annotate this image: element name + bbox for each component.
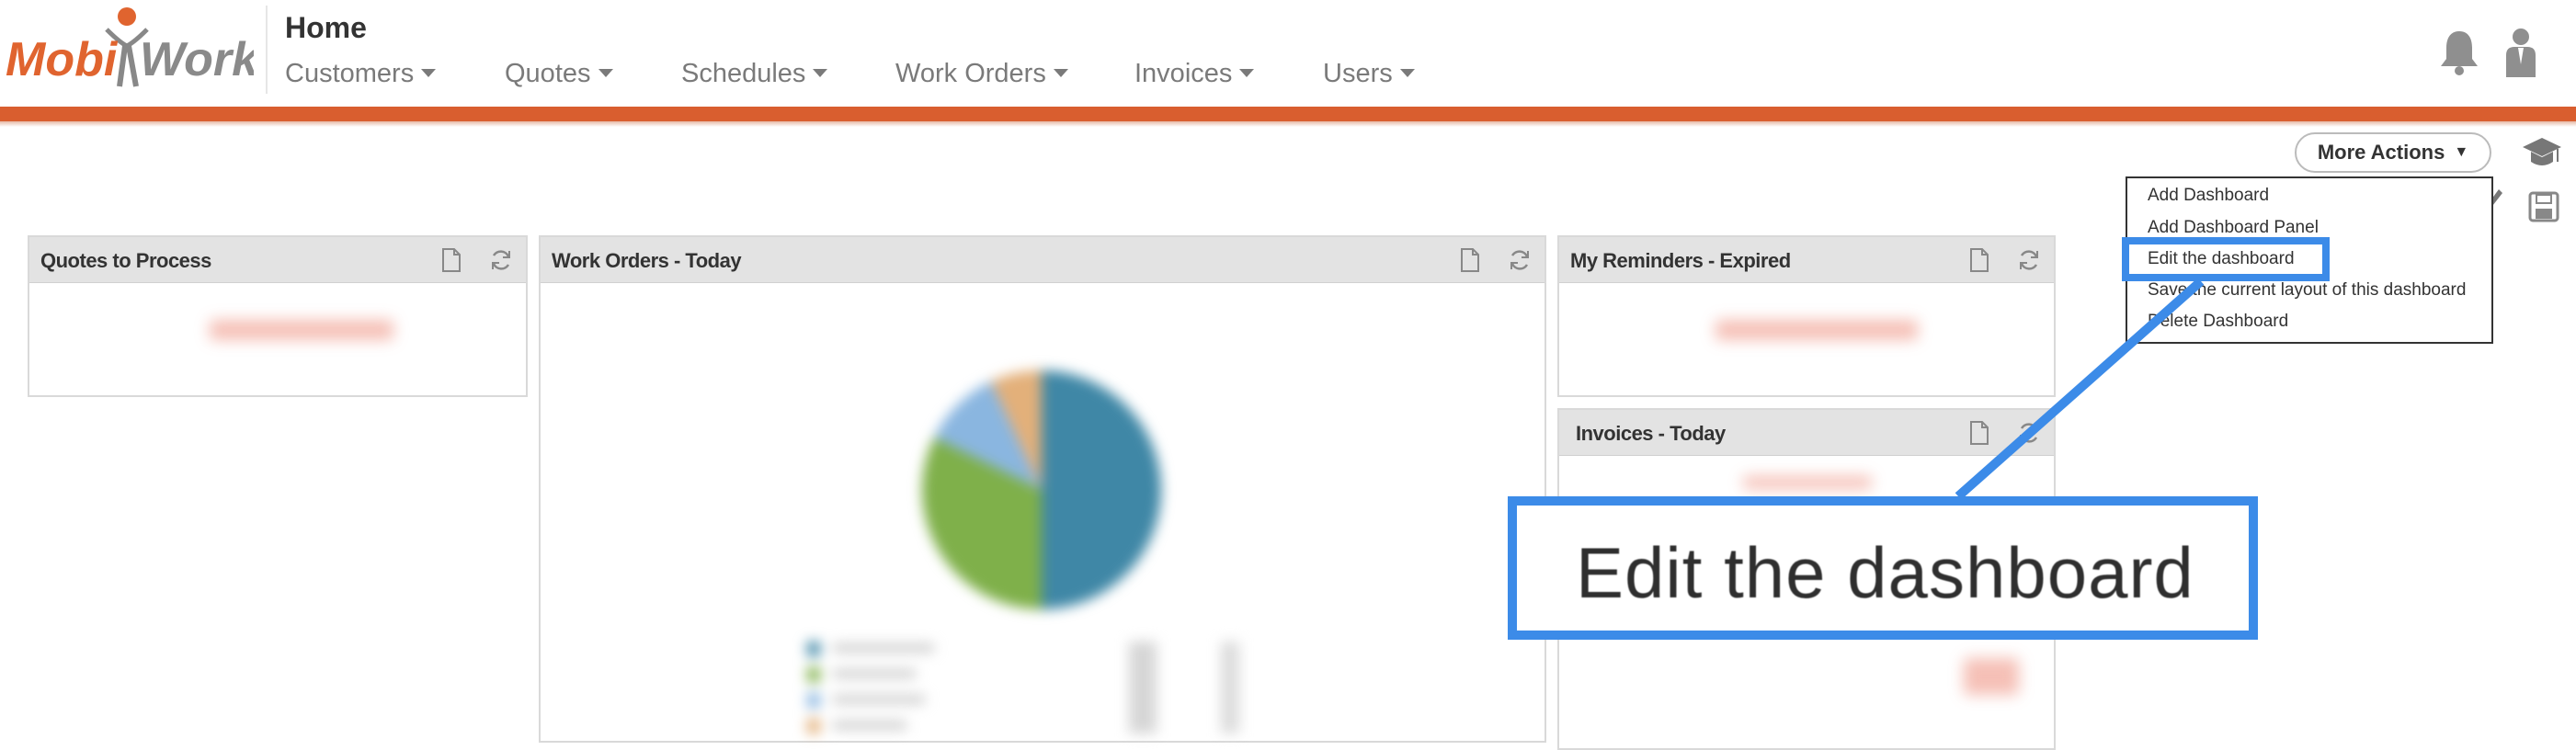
more-actions-label: More Actions xyxy=(2317,141,2445,164)
menu-item-save-layout[interactable]: Save the current layout of this dashboar… xyxy=(2148,280,2466,301)
logo-divider xyxy=(266,6,268,94)
callout-highlight xyxy=(2122,237,2330,281)
document-icon[interactable] xyxy=(1460,248,1480,272)
menu-item-delete-dashboard[interactable]: Delete Dashboard xyxy=(2148,312,2288,332)
blurred-content xyxy=(1715,320,1918,340)
callout-text: Edit the dashboard xyxy=(1576,532,2194,613)
nav-item-work-orders[interactable]: Work Orders xyxy=(895,59,1068,96)
bell-icon[interactable] xyxy=(2438,28,2480,75)
more-actions-button[interactable]: More Actions ▼ xyxy=(2295,132,2491,173)
caret-down-icon xyxy=(1053,68,1068,77)
logo-text-right: Work xyxy=(140,33,254,86)
refresh-icon[interactable] xyxy=(1508,248,1532,272)
panel-header: My Reminders - Expired xyxy=(1559,237,2054,283)
panel-title: Quotes to Process xyxy=(40,249,211,272)
menu-item-add-dashboard[interactable]: Add Dashboard xyxy=(2148,186,2269,206)
nav-label: Users xyxy=(1323,59,1393,88)
page-title: Home xyxy=(285,11,367,44)
caret-down-icon xyxy=(1399,68,1415,77)
header-accent-shadow xyxy=(0,121,2576,127)
refresh-icon[interactable] xyxy=(2017,421,2041,445)
nav-item-customers[interactable]: Customers xyxy=(285,59,437,96)
nav-label: Customers xyxy=(285,59,415,88)
nav-item-quotes[interactable]: Quotes xyxy=(505,59,613,96)
refresh-icon[interactable] xyxy=(489,248,513,272)
save-icon[interactable] xyxy=(2528,191,2559,222)
blurred-content xyxy=(1964,658,2019,695)
document-icon[interactable] xyxy=(441,248,462,272)
panel-title: Work Orders - Today xyxy=(552,249,742,272)
nav-item-invoices[interactable]: Invoices xyxy=(1134,59,1255,96)
menu-item-add-dashboard-panel[interactable]: Add Dashboard Panel xyxy=(2148,218,2319,238)
nav-label: Schedules xyxy=(681,59,806,88)
mobiwork-logo[interactable]: Mobi Work xyxy=(4,2,254,94)
refresh-icon[interactable] xyxy=(2017,248,2041,272)
nav-label: Quotes xyxy=(505,59,591,88)
caret-down-icon xyxy=(598,68,613,77)
logo-text-left: Mobi xyxy=(6,33,119,86)
panel-header: Quotes to Process xyxy=(29,237,526,283)
chevron-down-icon: ▼ xyxy=(2454,144,2469,160)
panel-header: Work Orders - Today xyxy=(541,237,1544,283)
nav-label: Invoices xyxy=(1134,59,1233,88)
blurred-content xyxy=(210,320,393,340)
panel-work-orders-today: Work Orders - Today xyxy=(539,235,1546,743)
blurred-content xyxy=(1743,476,1872,489)
callout-box: Edit the dashboard xyxy=(1508,496,2258,640)
panel-title: My Reminders - Expired xyxy=(1570,249,1791,272)
top-header: Mobi Work Home Customers Quotes Schedule… xyxy=(0,0,2576,107)
nav-item-schedules[interactable]: Schedules xyxy=(681,59,828,96)
caret-down-icon xyxy=(1239,68,1255,77)
panel-header: Invoices - Today xyxy=(1559,410,2054,456)
panel-my-reminders-expired: My Reminders - Expired xyxy=(1557,235,2056,397)
document-icon[interactable] xyxy=(1969,421,1989,445)
user-icon[interactable] xyxy=(2502,28,2539,77)
panel-title: Invoices - Today xyxy=(1576,422,1726,445)
header-accent-bar xyxy=(0,107,2576,121)
document-icon[interactable] xyxy=(1969,248,1989,272)
panel-quotes-to-process: Quotes to Process xyxy=(28,235,528,397)
nav-label: Work Orders xyxy=(895,59,1046,88)
blurred-pie-chart xyxy=(807,369,1239,733)
caret-down-icon xyxy=(813,68,828,77)
caret-down-icon xyxy=(421,68,437,77)
nav-item-users[interactable]: Users xyxy=(1323,59,1415,96)
graduation-cap-icon[interactable] xyxy=(2521,134,2563,171)
